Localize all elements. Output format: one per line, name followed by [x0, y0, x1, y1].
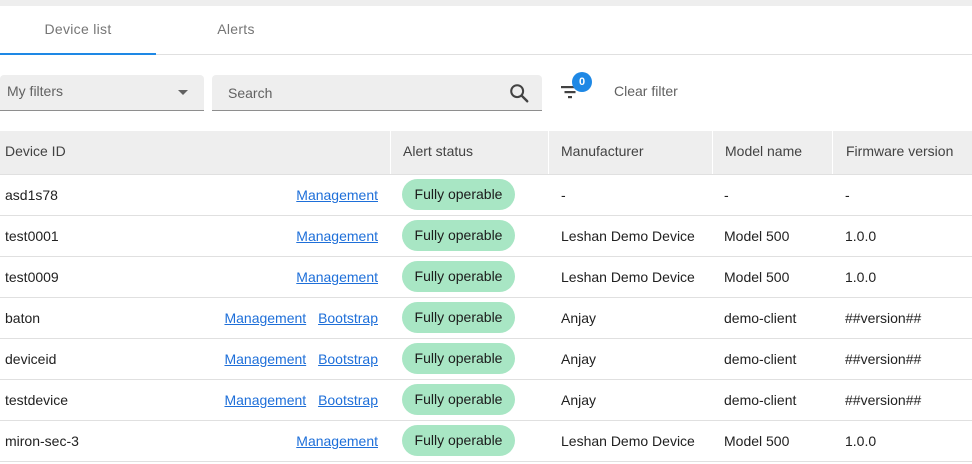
- column-header-firmware-version[interactable]: Firmware version: [832, 131, 972, 174]
- column-header-alert-status[interactable]: Alert status: [390, 131, 548, 174]
- table-row: test0009 Management Fully operable Lesha…: [0, 257, 972, 298]
- table-row: test0001 Management Fully operable Lesha…: [0, 216, 972, 257]
- model-name-cell: -: [724, 187, 729, 203]
- management-link[interactable]: Management: [224, 351, 306, 367]
- search-icon[interactable]: [508, 82, 530, 104]
- firmware-version-cell: 1.0.0: [845, 433, 877, 449]
- alert-status-badge: Fully operable: [402, 261, 515, 292]
- firmware-version-cell: ##version##: [845, 310, 922, 326]
- table-header: Device ID Alert status Manufacturer Mode…: [0, 131, 972, 175]
- filter-bar: My filters 0 Clear filter: [0, 72, 972, 111]
- table-row: miron-sec-3 Management Fully operable Le…: [0, 421, 972, 462]
- management-link[interactable]: Management: [296, 187, 378, 203]
- model-name-cell: Model 500: [724, 433, 790, 449]
- dropdown-caret-icon: [178, 90, 188, 95]
- filter-count-badge: 0: [572, 72, 592, 92]
- device-id-cell: testdevice: [5, 392, 69, 408]
- tab-alerts[interactable]: Alerts: [156, 6, 316, 54]
- column-header-manufacturer[interactable]: Manufacturer: [548, 131, 712, 174]
- search-input[interactable]: [226, 82, 500, 104]
- alert-status-badge: Fully operable: [402, 343, 515, 374]
- alert-status-badge: Fully operable: [402, 425, 515, 456]
- bootstrap-link[interactable]: Bootstrap: [318, 351, 378, 367]
- device-id-cell: deviceid: [5, 351, 57, 367]
- firmware-version-cell: ##version##: [845, 392, 922, 408]
- device-id-cell: asd1s78: [5, 187, 58, 203]
- tab-alerts-label: Alerts: [217, 21, 255, 37]
- model-name-cell: demo-client: [724, 392, 797, 408]
- firmware-version-cell: -: [845, 187, 850, 203]
- alert-status-badge: Fully operable: [402, 384, 515, 415]
- row-links: Management Bootstrap: [216, 339, 378, 379]
- device-id-cell: baton: [5, 310, 41, 326]
- tab-device-list[interactable]: Device list: [0, 6, 156, 55]
- clear-filter-button[interactable]: Clear filter: [614, 83, 678, 99]
- search-box: [212, 75, 542, 111]
- column-header-device-id[interactable]: Device ID: [0, 131, 390, 174]
- firmware-version-cell: ##version##: [845, 351, 922, 367]
- my-filters-value: My filters: [7, 83, 63, 99]
- management-link[interactable]: Management: [296, 269, 378, 285]
- management-link[interactable]: Management: [224, 392, 306, 408]
- management-link[interactable]: Management: [224, 310, 306, 326]
- table-row: testdevice Management Bootstrap Fully op…: [0, 380, 972, 421]
- table-row: baton Management Bootstrap Fully operabl…: [0, 298, 972, 339]
- model-name-cell: Model 500: [724, 228, 790, 244]
- alert-status-badge: Fully operable: [402, 179, 515, 210]
- row-links: Management: [288, 175, 378, 215]
- manufacturer-cell: Anjay: [561, 392, 597, 408]
- device-id-cell: test0001: [5, 228, 59, 244]
- manufacturer-cell: Anjay: [561, 351, 597, 367]
- alert-status-badge: Fully operable: [402, 220, 515, 251]
- manufacturer-cell: -: [561, 187, 566, 203]
- filter-button[interactable]: 0: [556, 72, 592, 109]
- device-id-cell: miron-sec-3: [5, 433, 79, 449]
- my-filters-select[interactable]: My filters: [0, 75, 204, 111]
- device-table: Device ID Alert status Manufacturer Mode…: [0, 131, 972, 462]
- tab-device-list-label: Device list: [44, 21, 112, 37]
- tab-bar: Device list Alerts: [0, 6, 972, 55]
- model-name-cell: demo-client: [724, 351, 797, 367]
- row-links: Management: [288, 257, 378, 297]
- manufacturer-cell: Leshan Demo Device: [561, 269, 695, 285]
- manufacturer-cell: Leshan Demo Device: [561, 433, 695, 449]
- bootstrap-link[interactable]: Bootstrap: [318, 392, 378, 408]
- active-tab-indicator: [0, 53, 156, 55]
- row-links: Management Bootstrap: [216, 380, 378, 420]
- row-links: Management Bootstrap: [216, 298, 378, 338]
- column-header-model-name[interactable]: Model name: [712, 131, 832, 174]
- alert-status-badge: Fully operable: [402, 302, 515, 333]
- row-links: Management: [288, 216, 378, 256]
- firmware-version-cell: 1.0.0: [845, 228, 877, 244]
- firmware-version-cell: 1.0.0: [845, 269, 877, 285]
- model-name-cell: demo-client: [724, 310, 797, 326]
- row-links: Management: [288, 421, 378, 461]
- manufacturer-cell: Leshan Demo Device: [561, 228, 695, 244]
- management-link[interactable]: Management: [296, 433, 378, 449]
- bootstrap-link[interactable]: Bootstrap: [318, 310, 378, 326]
- device-id-cell: test0009: [5, 269, 59, 285]
- management-link[interactable]: Management: [296, 228, 378, 244]
- manufacturer-cell: Anjay: [561, 310, 597, 326]
- model-name-cell: Model 500: [724, 269, 790, 285]
- table-row: deviceid Management Bootstrap Fully oper…: [0, 339, 972, 380]
- table-row: asd1s78 Management Fully operable - - -: [0, 175, 972, 216]
